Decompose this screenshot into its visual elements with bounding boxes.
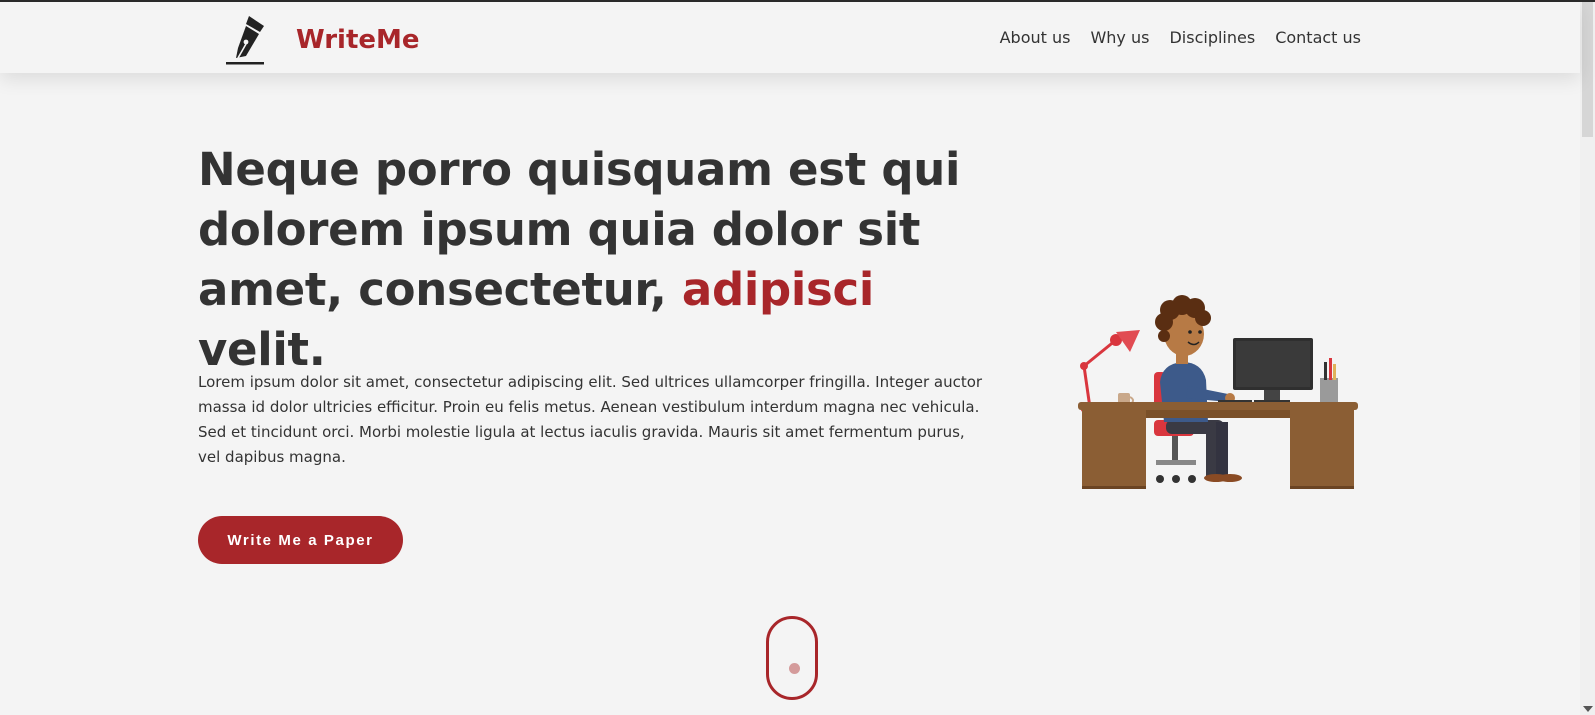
nav-why-us[interactable]: Why us — [1090, 28, 1149, 47]
hero-title-part2: velit. — [198, 323, 326, 376]
hero-title: Neque porro quisquam est qui dolorem ips… — [198, 140, 998, 380]
page-scrollbar[interactable] — [1580, 2, 1595, 715]
main-nav: About us Why us Disciplines Contact us — [1000, 28, 1361, 47]
nav-about-us[interactable]: About us — [1000, 28, 1071, 47]
hero-title-accent: adipisci — [681, 263, 874, 316]
person-at-desk-illustration — [1078, 295, 1358, 489]
brand-name: WriteMe — [296, 25, 420, 55]
scroll-wheel-dot — [789, 663, 800, 674]
scrollbar-thumb[interactable] — [1582, 2, 1593, 137]
mouse-scroll-icon[interactable] — [766, 616, 818, 700]
navbar: WriteMe About us Why us Disciplines Cont… — [0, 2, 1580, 73]
scroll-down-arrow-icon[interactable] — [1583, 706, 1593, 712]
fountain-pen-nib-icon — [226, 16, 264, 65]
hero-description: Lorem ipsum dolor sit amet, consectetur … — [198, 373, 983, 466]
write-me-a-paper-button[interactable]: Write Me a Paper — [198, 516, 403, 564]
brand-logo[interactable]: WriteMe — [224, 14, 420, 66]
nav-contact-us[interactable]: Contact us — [1275, 28, 1361, 47]
nav-disciplines[interactable]: Disciplines — [1169, 28, 1255, 47]
